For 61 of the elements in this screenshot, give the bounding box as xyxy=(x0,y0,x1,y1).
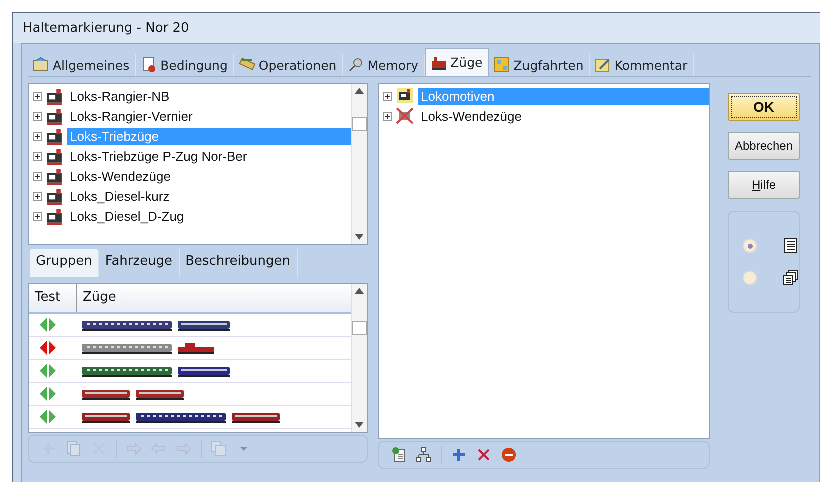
expand-icon[interactable] xyxy=(33,192,42,200)
expand-icon[interactable] xyxy=(33,212,42,220)
stacked-pages-icon xyxy=(783,270,799,286)
tree-item[interactable]: Loks-Rangier-NB xyxy=(67,88,173,104)
scrollbar-thumb[interactable] xyxy=(352,321,367,335)
locomotive-icon xyxy=(46,88,63,104)
tab[interactable]: Operationen xyxy=(234,54,343,76)
train-icon xyxy=(430,54,447,70)
tab[interactable]: Fahrzeuge xyxy=(99,249,180,277)
tab[interactable]: Bedingung xyxy=(136,54,234,76)
card-icon xyxy=(33,57,49,73)
tab[interactable]: Allgemeines xyxy=(28,54,136,76)
scroll-down-icon[interactable] xyxy=(355,234,364,240)
hierarchy-icon[interactable] xyxy=(416,447,432,463)
tree-item[interactable]: Loks-Triebzüge P-Zug Nor-Ber xyxy=(67,148,250,164)
stop-icon[interactable] xyxy=(501,447,517,463)
cancel-button[interactable]: Abbrechen xyxy=(728,132,800,160)
note-icon xyxy=(594,57,611,73)
locomotive-icon xyxy=(46,208,63,224)
tree-item[interactable]: Loks_Diesel-kurz xyxy=(67,188,173,204)
locomotive-icon xyxy=(46,168,63,184)
tree-item[interactable]: Loks-Wendezüge xyxy=(418,108,525,124)
tab[interactable]: Züge xyxy=(424,48,489,76)
tree-item[interactable]: Loks-Wendezüge xyxy=(67,168,174,184)
scroll-up-icon[interactable] xyxy=(355,88,364,94)
window-title: Haltemarkierung - Nor 20 xyxy=(13,13,820,43)
tab[interactable]: Zugfahrten xyxy=(488,54,590,76)
tools-icon xyxy=(238,57,255,73)
expand-icon[interactable] xyxy=(383,92,392,100)
radio-button[interactable] xyxy=(743,239,757,253)
help-button[interactable]: Hilfe xyxy=(728,171,800,199)
locomotive-icon xyxy=(46,188,63,204)
radio-button[interactable] xyxy=(743,271,757,285)
delete-icon[interactable] xyxy=(476,447,492,463)
column-header[interactable]: Test xyxy=(29,284,77,312)
tab[interactable]: Kommentar xyxy=(590,54,694,76)
plus-icon[interactable] xyxy=(451,447,467,463)
scroll-down-icon[interactable] xyxy=(355,422,364,428)
expand-icon[interactable] xyxy=(383,112,392,120)
scroll-up-icon[interactable] xyxy=(355,288,364,294)
list-icon xyxy=(783,238,799,254)
crossed-locomotive-icon xyxy=(396,107,414,125)
column-header[interactable]: Züge xyxy=(77,284,122,312)
scrollbar-thumb[interactable] xyxy=(352,117,367,131)
route-icon xyxy=(494,57,510,73)
expand-icon[interactable] xyxy=(33,152,42,160)
locomotive-icon xyxy=(46,128,63,144)
tab[interactable]: Beschreibungen xyxy=(180,249,298,277)
expand-icon[interactable] xyxy=(33,132,42,140)
locomotive-icon xyxy=(46,148,63,164)
expand-icon[interactable] xyxy=(33,112,42,120)
tab[interactable]: Gruppen xyxy=(30,249,100,277)
expand-icon[interactable] xyxy=(33,172,42,180)
locomotive-icon xyxy=(396,87,414,105)
locomotive-icon xyxy=(46,108,63,124)
tree-item[interactable]: Loks_Diesel_D-Zug xyxy=(67,208,188,224)
ok-button[interactable]: OK xyxy=(728,93,800,121)
document-icon xyxy=(140,57,157,73)
tree-item[interactable]: Loks-Rangier-Vernier xyxy=(67,108,196,124)
new-document-icon[interactable] xyxy=(391,447,407,463)
expand-icon[interactable] xyxy=(33,92,42,100)
